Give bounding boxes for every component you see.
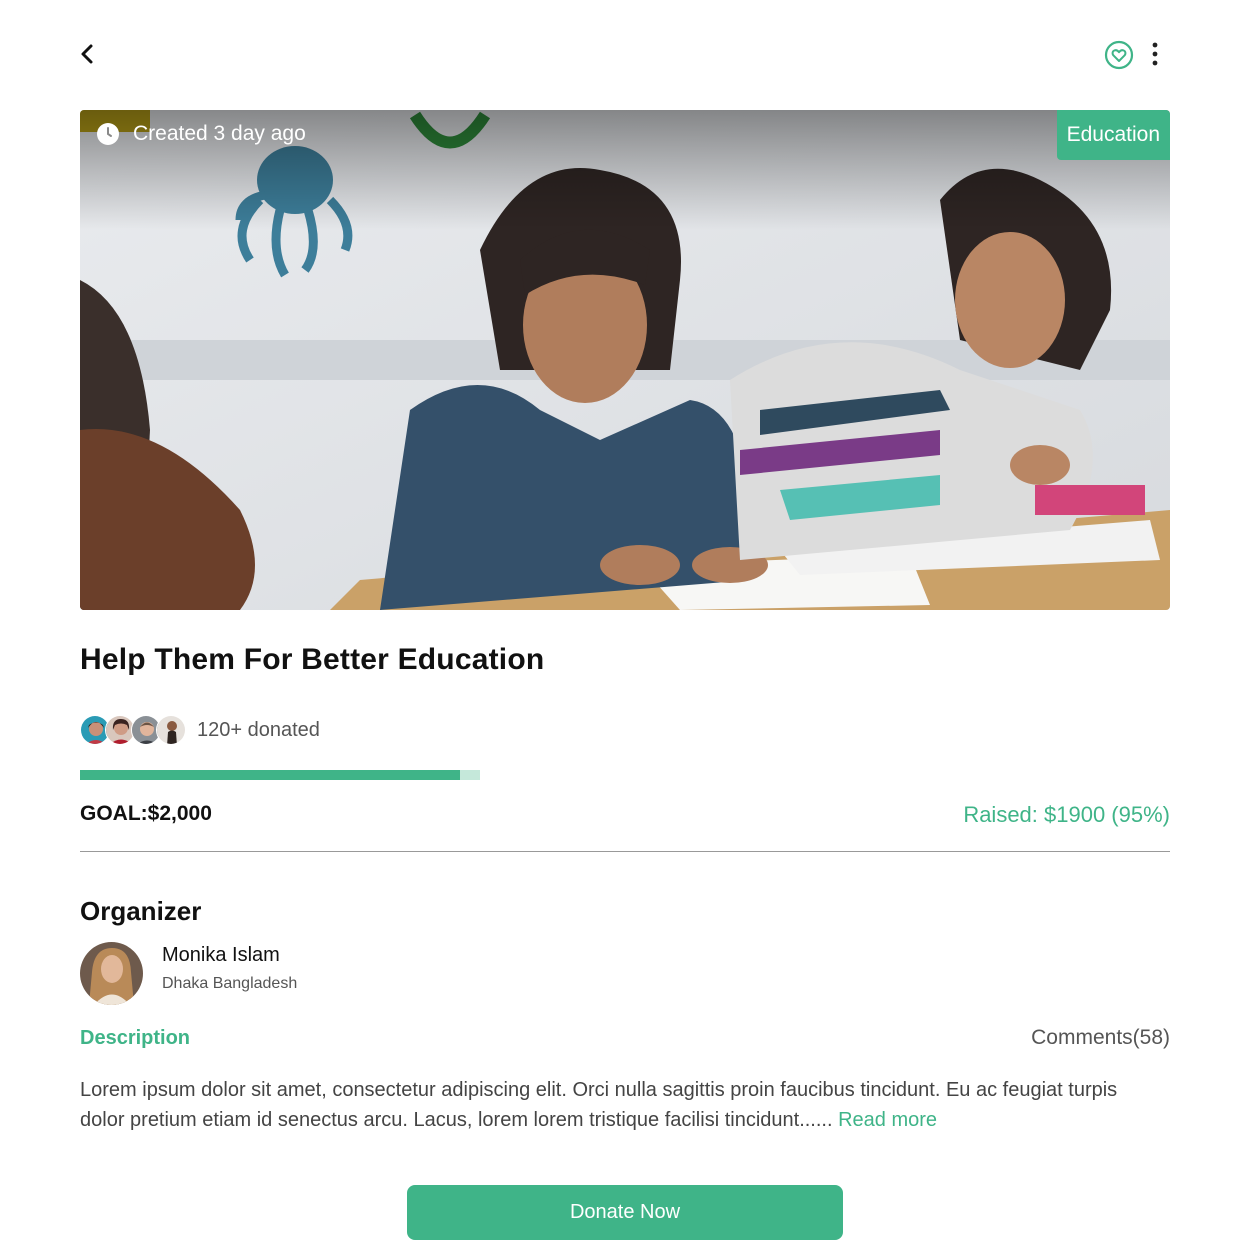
donor-avatars — [80, 714, 186, 746]
organizer-avatar[interactable] — [80, 942, 143, 1005]
chevron-left-icon — [81, 44, 93, 64]
funding-progress-bar — [80, 770, 480, 780]
raised-amount: Raised: $1900 (95%) — [963, 802, 1170, 827]
tab-description[interactable]: Description — [80, 1027, 190, 1050]
divider — [80, 851, 1170, 852]
donate-now-button[interactable]: Donate Now — [407, 1185, 843, 1240]
clock-icon — [97, 123, 119, 145]
created-label: Created 3 day ago — [133, 122, 306, 145]
vertical-dots-icon — [1152, 42, 1158, 66]
campaign-title: Help Them For Better Education — [80, 643, 545, 676]
organizer-name[interactable]: Monika Islam — [162, 944, 280, 967]
read-more-link[interactable]: Read more — [838, 1109, 937, 1131]
funding-progress-fill — [80, 770, 460, 780]
organizer-heading: Organizer — [80, 896, 202, 926]
tab-comments[interactable]: Comments(58) — [1031, 1026, 1170, 1050]
donors-summary[interactable]: 120+ donated — [80, 714, 320, 746]
description-body: Lorem ipsum dolor sit amet, consectetur … — [80, 1079, 1118, 1131]
goal-amount: GOAL:$2,000 — [80, 802, 212, 825]
description-text: Lorem ipsum dolor sit amet, consectetur … — [80, 1075, 1150, 1135]
back-button[interactable] — [80, 42, 102, 68]
created-time: Created 3 day ago — [96, 122, 306, 146]
more-options-button[interactable] — [1146, 42, 1164, 68]
campaign-hero: Created 3 day ago Education — [80, 110, 1170, 610]
donors-count: 120+ donated — [197, 718, 320, 741]
top-bar — [80, 36, 1170, 76]
favorite-button[interactable] — [1104, 40, 1134, 70]
avatar — [156, 715, 186, 745]
heart-circle-icon — [1104, 40, 1134, 70]
organizer-location: Dhaka Bangladesh — [162, 975, 298, 992]
category-badge[interactable]: Education — [1056, 110, 1170, 160]
